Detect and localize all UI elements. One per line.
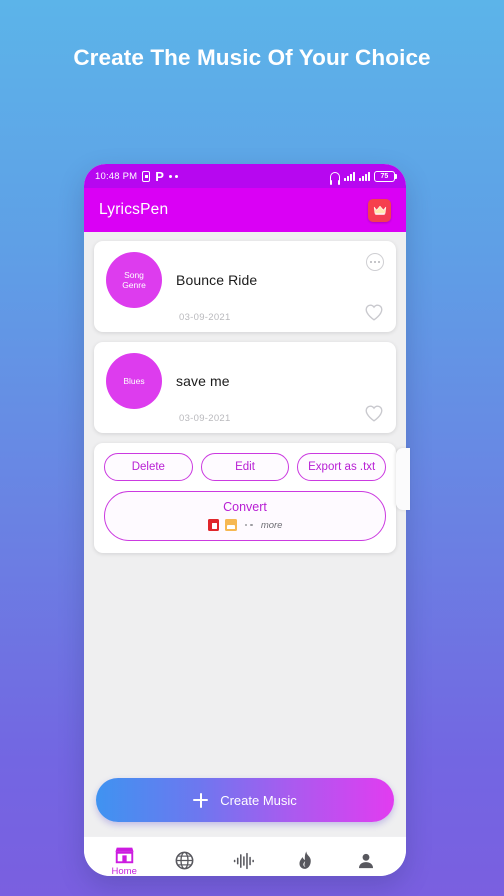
p-app-icon: P [155, 168, 164, 184]
create-music-label: Create Music [220, 792, 297, 808]
nav-item-profile[interactable] [342, 851, 390, 871]
screen-edge-tab[interactable] [396, 448, 410, 510]
genre-label-line1: Blues [123, 375, 145, 386]
favorite-heart-icon[interactable] [363, 402, 385, 424]
image-icon[interactable] [224, 519, 237, 531]
song-date: 03-09-2021 [179, 413, 231, 424]
song-row: Blues save me [106, 353, 384, 409]
song-title: save me [176, 373, 230, 389]
premium-crown-button[interactable] [368, 198, 391, 222]
song-menu-icon[interactable] [366, 253, 384, 271]
plus-icon [193, 792, 209, 808]
export-txt-button[interactable]: Export as .txt [297, 453, 387, 481]
song-date: 03-09-2021 [179, 312, 231, 323]
actions-panel: Delete Edit Export as .txt Convert more [94, 443, 396, 553]
genre-badge: Song Genre [106, 252, 162, 308]
status-bar-left: 10:48 PM P [95, 170, 324, 183]
convert-button[interactable]: Convert more [104, 491, 386, 541]
more-notifications-icon [168, 174, 178, 178]
nav-item-explore[interactable] [161, 850, 209, 871]
convert-format-list: more [105, 519, 385, 531]
battery-level-text: 75 [373, 170, 395, 182]
battery-saver-icon [142, 170, 151, 182]
signal-sim2-icon [358, 171, 370, 181]
create-music-button[interactable]: Create Music [96, 778, 394, 822]
favorite-heart-icon[interactable] [363, 301, 385, 323]
person-icon [358, 853, 373, 868]
song-card[interactable]: Song Genre Bounce Ride 03-09-2021 [94, 241, 396, 332]
more-formats-label[interactable]: more [261, 520, 283, 531]
genre-label-line2: Genre [122, 280, 146, 290]
delete-button[interactable]: Delete [104, 453, 193, 481]
song-row: Song Genre Bounce Ride [106, 252, 384, 308]
edit-button[interactable]: Edit [200, 453, 290, 481]
nav-item-home[interactable]: Home [100, 845, 148, 877]
storefront-icon [115, 847, 134, 863]
headphone-icon [329, 171, 341, 185]
nav-item-trending[interactable] [281, 850, 329, 871]
page-title: Create The Music Of Your Choice [73, 45, 431, 70]
app-content: Song Genre Bounce Ride 03-09-2021 Blues … [84, 232, 406, 836]
song-card[interactable]: Blues save me 03-09-2021 [94, 342, 396, 433]
genre-label-line1: Song [124, 269, 144, 280]
crown-icon [373, 205, 386, 215]
nav-item-audio[interactable] [221, 851, 269, 871]
more-formats-dots-icon [244, 523, 253, 527]
phone-mockup: 10:48 PM P 75 LyricsPen Song Genre Bounc… [84, 164, 406, 876]
pdf-icon[interactable] [207, 519, 219, 531]
convert-label: Convert [223, 500, 267, 514]
nav-label-home: Home [111, 865, 137, 877]
globe-icon [175, 851, 194, 870]
flame-icon [299, 851, 311, 869]
action-button-row: Delete Edit Export as .txt [104, 453, 387, 481]
app-bar: LyricsPen [84, 188, 406, 232]
status-bar: 10:48 PM P 75 [84, 164, 406, 188]
signal-sim1-icon [343, 171, 355, 181]
app-title: LyricsPen [99, 201, 169, 218]
genre-badge: Blues [106, 353, 162, 409]
status-bar-right: 75 [329, 170, 397, 185]
song-title: Bounce Ride [176, 272, 258, 288]
bottom-navigation: Home [84, 836, 406, 876]
battery-tip [395, 173, 397, 179]
waveform-icon [233, 852, 254, 869]
status-time: 10:48 PM [95, 170, 138, 182]
battery-icon: 75 [373, 170, 397, 182]
